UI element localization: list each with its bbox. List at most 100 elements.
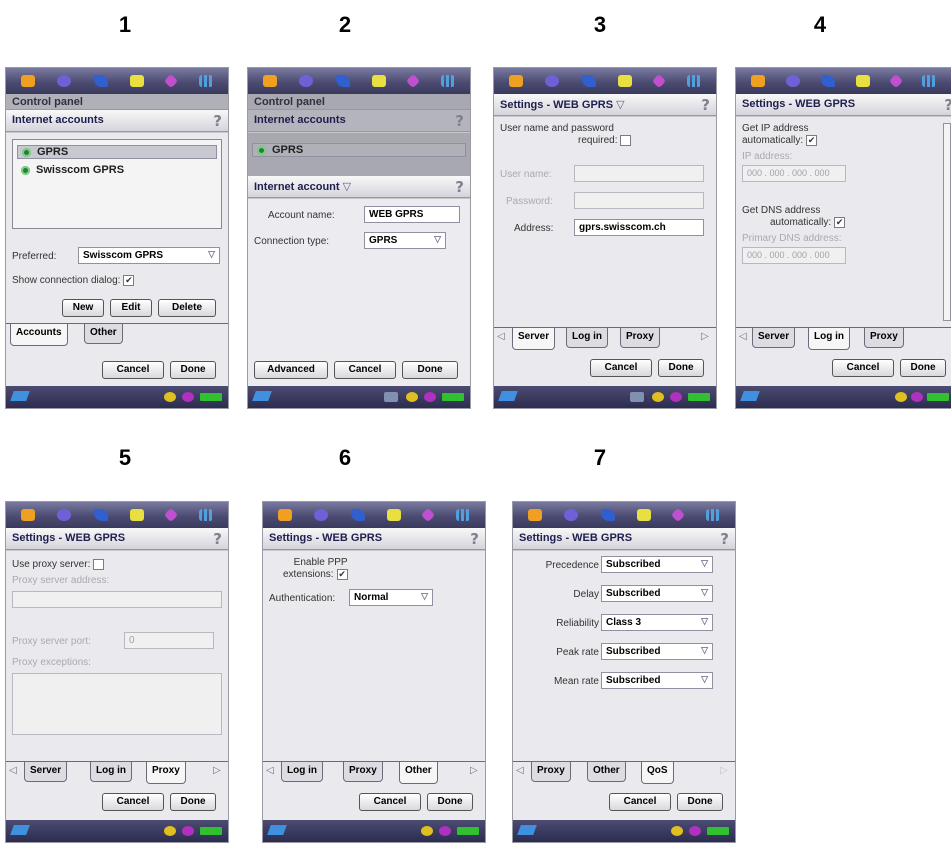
cancel-button[interactable]: Cancel xyxy=(102,361,164,379)
app-launcher-bar[interactable] xyxy=(6,68,228,94)
tab-qos[interactable]: QoS xyxy=(641,762,674,784)
precedence-select[interactable]: Subscribed ▽ xyxy=(601,556,713,573)
gem-icon[interactable] xyxy=(421,507,436,523)
mail-icon[interactable] xyxy=(21,509,36,521)
chat-icon[interactable] xyxy=(57,509,72,521)
title-dropdown-icon[interactable]: ▽ xyxy=(616,99,624,111)
volume-icon[interactable] xyxy=(164,826,176,836)
app-launcher-bar[interactable] xyxy=(736,68,951,94)
tab-scroll-right[interactable]: ▷ xyxy=(210,762,224,782)
gem-icon[interactable] xyxy=(652,73,667,89)
credentials-required-checkbox[interactable] xyxy=(620,135,632,146)
tab-server[interactable]: Server xyxy=(512,328,556,350)
apps-grid-icon[interactable] xyxy=(198,509,213,521)
connection-type-select[interactable]: GPRS ▽ xyxy=(364,232,446,249)
gem-icon[interactable] xyxy=(671,507,686,523)
contacts-icon[interactable] xyxy=(618,75,633,87)
title-dropdown-icon[interactable]: ▽ xyxy=(343,181,351,193)
apps-grid-icon[interactable] xyxy=(705,509,720,521)
contacts-icon[interactable] xyxy=(637,509,652,521)
help-icon[interactable]: ? xyxy=(470,530,479,548)
done-button[interactable]: Done xyxy=(677,793,723,811)
accounts-list[interactable]: GPRS Swisscom GPRS xyxy=(12,139,222,229)
contacts-icon[interactable] xyxy=(856,75,871,87)
phone-icon[interactable] xyxy=(350,509,365,521)
clock-icon[interactable] xyxy=(670,392,682,402)
volume-icon[interactable] xyxy=(421,826,433,836)
phone-icon[interactable] xyxy=(93,75,108,87)
tab-server[interactable]: Server xyxy=(24,762,68,782)
phone-icon[interactable] xyxy=(820,75,835,87)
tab-scroll-left[interactable]: ◁ xyxy=(263,762,277,782)
chat-icon[interactable] xyxy=(57,75,72,87)
tab-scroll-left[interactable]: ◁ xyxy=(494,328,508,348)
clock-icon[interactable] xyxy=(182,392,194,402)
enable-ppp-checkbox[interactable]: ✔ xyxy=(336,569,348,580)
chat-icon[interactable] xyxy=(314,509,329,521)
flag-icon[interactable] xyxy=(267,825,287,835)
contacts-icon[interactable] xyxy=(387,509,402,521)
chat-icon[interactable] xyxy=(785,75,800,87)
done-button[interactable]: Done xyxy=(658,359,704,377)
volume-icon[interactable] xyxy=(406,392,418,402)
mail-icon[interactable] xyxy=(750,75,765,87)
flag-icon[interactable] xyxy=(498,391,518,401)
phone-icon[interactable] xyxy=(93,509,108,521)
clock-icon[interactable] xyxy=(424,392,436,402)
list-item[interactable]: Swisscom GPRS xyxy=(21,164,124,176)
tab-log-in[interactable]: Log in xyxy=(808,328,850,350)
done-button[interactable]: Done xyxy=(900,359,946,377)
clock-icon[interactable] xyxy=(439,826,451,836)
done-button[interactable]: Done xyxy=(170,361,216,379)
tab-proxy[interactable]: Proxy xyxy=(864,328,904,348)
tab-accounts[interactable]: Accounts xyxy=(10,324,68,346)
new-button[interactable]: New xyxy=(62,299,104,317)
show-dialog-checkbox[interactable]: ✔ xyxy=(123,275,135,286)
tab-scroll-right[interactable]: ▷ xyxy=(467,762,481,782)
done-button[interactable]: Done xyxy=(427,793,473,811)
cancel-button[interactable]: Cancel xyxy=(590,359,652,377)
keyboard-icon[interactable] xyxy=(630,392,644,402)
tab-log-in[interactable]: Log in xyxy=(90,762,132,782)
get-dns-checkbox[interactable]: ✔ xyxy=(834,217,846,228)
use-proxy-checkbox[interactable] xyxy=(93,559,105,570)
apps-grid-icon[interactable] xyxy=(440,75,455,87)
mail-icon[interactable] xyxy=(528,509,543,521)
help-icon[interactable]: ? xyxy=(944,96,951,114)
reliability-select[interactable]: Class 3 ▽ xyxy=(601,614,713,631)
list-item[interactable]: GPRS xyxy=(17,145,217,159)
authentication-select[interactable]: Normal ▽ xyxy=(349,589,433,606)
app-launcher-bar[interactable] xyxy=(513,502,735,528)
phone-icon[interactable] xyxy=(600,509,615,521)
volume-icon[interactable] xyxy=(895,392,907,402)
help-icon[interactable]: ? xyxy=(455,178,464,196)
chat-icon[interactable] xyxy=(545,75,560,87)
contacts-icon[interactable] xyxy=(130,509,145,521)
volume-icon[interactable] xyxy=(671,826,683,836)
tab-proxy[interactable]: Proxy xyxy=(343,762,383,782)
apps-grid-icon[interactable] xyxy=(455,509,470,521)
tab-scroll-left[interactable]: ◁ xyxy=(6,762,20,782)
flag-icon[interactable] xyxy=(252,391,272,401)
flag-icon[interactable] xyxy=(740,391,760,401)
phone-icon[interactable] xyxy=(581,75,596,87)
phone-icon[interactable] xyxy=(335,75,350,87)
contacts-icon[interactable] xyxy=(372,75,387,87)
tab-other[interactable]: Other xyxy=(587,762,626,782)
peak-rate-select[interactable]: Subscribed ▽ xyxy=(601,643,713,660)
gem-icon[interactable] xyxy=(164,73,179,89)
tab-other[interactable]: Other xyxy=(84,324,123,344)
scrollbar[interactable] xyxy=(943,123,951,321)
mean-rate-select[interactable]: Subscribed ▽ xyxy=(601,672,713,689)
account-name-field[interactable]: WEB GPRS xyxy=(364,206,460,223)
done-button[interactable]: Done xyxy=(402,361,458,379)
cancel-button[interactable]: Cancel xyxy=(102,793,164,811)
keyboard-icon[interactable] xyxy=(384,392,398,402)
tab-proxy[interactable]: Proxy xyxy=(620,328,660,348)
mail-icon[interactable] xyxy=(21,75,36,87)
apps-grid-icon[interactable] xyxy=(922,75,937,87)
chat-icon[interactable] xyxy=(564,509,579,521)
clock-icon[interactable] xyxy=(182,826,194,836)
tab-log-in[interactable]: Log in xyxy=(566,328,608,348)
mail-icon[interactable] xyxy=(278,509,293,521)
